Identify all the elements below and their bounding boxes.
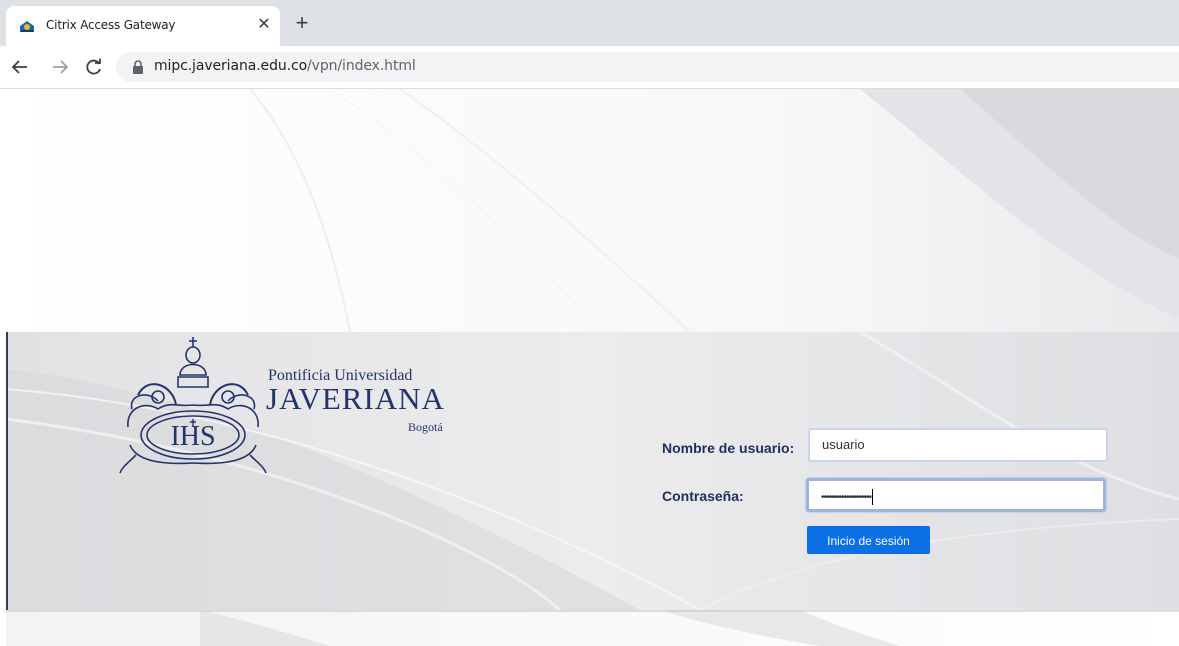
text-caret	[872, 488, 874, 505]
url-path: /vpn/index.html	[307, 58, 416, 74]
reload-icon[interactable]	[82, 55, 106, 79]
logo-line3: Bogotá	[408, 420, 443, 434]
login-submit-button[interactable]: Inicio de sesión	[807, 526, 930, 554]
university-crest-icon: IHS	[119, 337, 267, 474]
url-host: mipc.javeriana.edu.co	[154, 58, 308, 74]
back-arrow-icon[interactable]	[8, 55, 32, 79]
lock-icon	[133, 60, 143, 74]
plus-icon[interactable]: +	[290, 12, 314, 36]
address-bar[interactable]: mipc.javeriana.edu.co/vpn/index.html	[116, 52, 1179, 82]
citrix-favicon-icon	[20, 21, 34, 32]
password-input[interactable]: ••••••••••••••••••••	[806, 478, 1106, 512]
password-label: Contraseña:	[662, 488, 744, 504]
forward-arrow-icon[interactable]	[48, 55, 72, 79]
tab-title: Citrix Access Gateway	[46, 18, 176, 32]
username-input[interactable]: usuario	[808, 428, 1108, 462]
username-label: Nombre de usuario:	[662, 440, 795, 456]
close-icon[interactable]: ✕	[254, 15, 274, 35]
url-text: mipc.javeriana.edu.co/vpn/index.html	[154, 58, 416, 74]
password-mask: ••••••••••••••••••••	[821, 492, 872, 503]
logo-line2: JAVERIANA	[266, 381, 445, 416]
browser-tab[interactable]: Citrix Access Gateway ✕	[6, 6, 280, 46]
javeriana-logo: IHS Pontificia Universidad JAVERIANA Bog…	[118, 335, 458, 475]
browser-tabstrip: Citrix Access Gateway ✕ +	[0, 0, 1179, 46]
browser-toolbar: mipc.javeriana.edu.co/vpn/index.html	[0, 46, 1179, 89]
